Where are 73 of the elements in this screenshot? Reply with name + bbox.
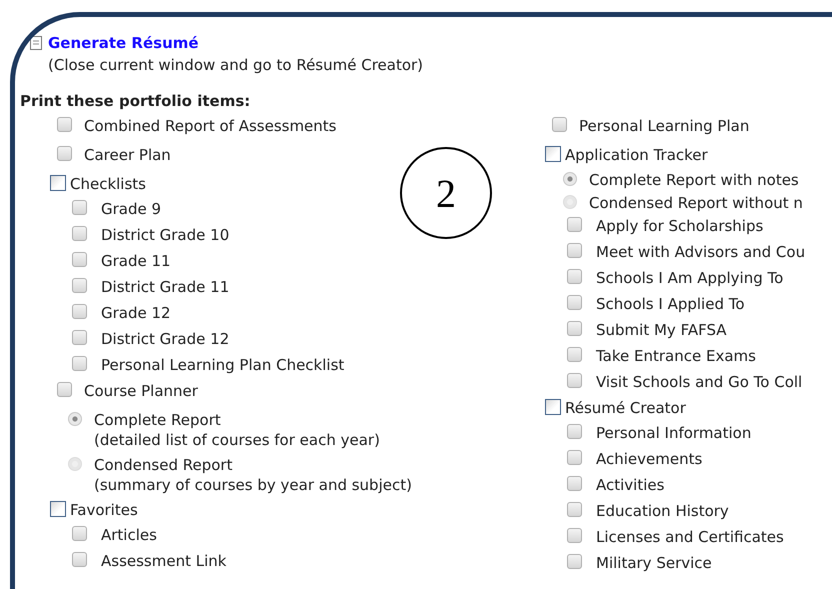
item-label: Military Service xyxy=(596,553,712,573)
checkbox[interactable] xyxy=(567,424,582,439)
item-label: Schools I Am Applying To xyxy=(596,268,784,288)
checkbox[interactable] xyxy=(567,373,582,388)
checkbox[interactable] xyxy=(567,243,582,258)
checkbox[interactable] xyxy=(72,526,87,541)
item-label: Personal Learning Plan Checklist xyxy=(101,355,344,375)
item-label: Personal Learning Plan xyxy=(579,116,750,136)
radio-button[interactable] xyxy=(563,172,577,186)
item-label: Articles xyxy=(101,525,157,545)
item-label: Favorites xyxy=(70,500,138,520)
checkbox[interactable] xyxy=(57,146,72,161)
item-label: Condensed Report (summary of courses by year and subject) xyxy=(94,455,412,495)
item-label: Visit Schools and Go To Coll xyxy=(596,372,802,392)
checkbox[interactable] xyxy=(72,330,87,345)
item-label: Grade 11 xyxy=(101,251,171,271)
item-label: Application Tracker xyxy=(565,145,708,165)
item-label: Course Planner xyxy=(84,381,198,401)
item-label: Activities xyxy=(596,475,664,495)
checkbox[interactable] xyxy=(72,552,87,567)
checkbox[interactable] xyxy=(567,476,582,491)
checkbox[interactable] xyxy=(72,200,87,215)
radio-button[interactable] xyxy=(563,195,577,209)
item-label: District Grade 12 xyxy=(101,329,230,349)
item-label: Career Plan xyxy=(84,145,171,165)
item-label: Complete Report with notes xyxy=(589,170,799,190)
checkbox[interactable] xyxy=(72,278,87,293)
radio-button[interactable] xyxy=(68,412,82,426)
instruction-text: (Close current window and go to Résumé Creator) xyxy=(48,56,424,74)
checkbox[interactable] xyxy=(72,356,87,371)
item-label: Condensed Report without n xyxy=(589,193,803,213)
item-label: Education History xyxy=(596,501,729,521)
checkbox[interactable] xyxy=(552,117,567,132)
item-label: Combined Report of Assessments xyxy=(84,116,336,136)
item-label: Complete Report (detailed list of courses for each year) xyxy=(94,410,380,450)
item-label: Achievements xyxy=(596,449,702,469)
checkbox[interactable] xyxy=(72,304,87,319)
item-label: Apply for Scholarships xyxy=(596,216,764,236)
checkbox[interactable] xyxy=(57,382,72,397)
checkbox[interactable] xyxy=(567,554,582,569)
checkbox[interactable] xyxy=(72,226,87,241)
checkbox[interactable] xyxy=(567,295,582,310)
checkbox[interactable] xyxy=(567,347,582,362)
checkbox[interactable] xyxy=(567,269,582,284)
checkbox[interactable] xyxy=(72,252,87,267)
checkbox[interactable] xyxy=(545,146,561,162)
item-label: Take Entrance Exams xyxy=(596,346,756,366)
section-heading: Print these portfolio items: xyxy=(20,92,252,110)
item-label: Checklists xyxy=(70,174,146,194)
document-icon xyxy=(30,36,42,50)
checkbox[interactable] xyxy=(545,399,561,415)
generate-resume-link[interactable]: Generate Résumé xyxy=(48,34,199,52)
checkbox[interactable] xyxy=(567,502,582,517)
item-label: Résumé Creator xyxy=(565,398,686,418)
radio-button[interactable] xyxy=(68,457,82,471)
item-label: Grade 12 xyxy=(101,303,171,323)
checkbox[interactable] xyxy=(567,321,582,336)
item-label: Grade 9 xyxy=(101,199,162,219)
item-label: Submit My FAFSA xyxy=(596,320,727,340)
item-label: Licenses and Certificates xyxy=(596,527,784,547)
item-label: Assessment Link xyxy=(101,551,226,571)
checkbox[interactable] xyxy=(50,175,66,191)
checkbox[interactable] xyxy=(57,117,72,132)
checkbox[interactable] xyxy=(50,501,66,517)
checkbox[interactable] xyxy=(567,450,582,465)
item-label: Meet with Advisors and Cou xyxy=(596,242,806,262)
step-number: 2 xyxy=(400,147,492,239)
item-label: Schools I Applied To xyxy=(596,294,745,314)
checkbox[interactable] xyxy=(567,528,582,543)
item-label: District Grade 11 xyxy=(101,277,230,297)
item-label: Personal Information xyxy=(596,423,752,443)
checkbox[interactable] xyxy=(567,217,582,232)
item-label: District Grade 10 xyxy=(101,225,230,245)
